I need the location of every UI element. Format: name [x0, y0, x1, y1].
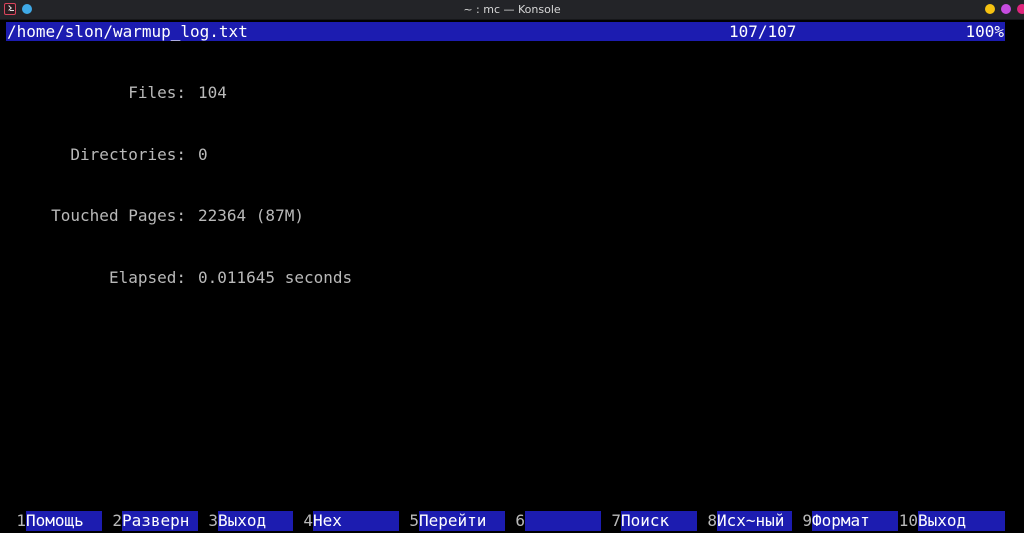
field-value: 104: [198, 83, 227, 102]
field-label: Directories:: [70, 144, 186, 164]
fkey-number: 3: [198, 511, 218, 531]
field-value: 22364 (87M): [198, 206, 304, 225]
close-icon[interactable]: [1017, 4, 1024, 14]
fkey-label: Hex: [313, 511, 399, 531]
file-content[interactable]: Files: 104 Directories: 0 Touched Pages: 22…: [6, 42, 352, 329]
fkey-number: 1: [6, 511, 26, 531]
fkey-number: 7: [601, 511, 621, 531]
fkey-2-wrap[interactable]: 2 Разверн: [102, 511, 198, 531]
fkey-3-quit[interactable]: 3 Выход: [198, 511, 293, 531]
fkey-number: 4: [293, 511, 313, 531]
fkey-number: 6: [505, 511, 525, 531]
terminal-area[interactable]: /home/slon/warmup_log.txt 107/107 100% F…: [0, 20, 1024, 533]
fkey-label: Перейти: [419, 511, 505, 531]
maximize-icon[interactable]: [1001, 4, 1011, 14]
line-position: 107/107: [729, 22, 797, 41]
fkey-label: Разверн: [122, 511, 198, 531]
fkey-label: Выход: [918, 511, 1005, 531]
konsole-window: ~ : mc — Konsole /home/slon/warmup_log.t…: [0, 0, 1024, 533]
fkey-number: 9: [792, 511, 812, 531]
content-line: Directories: 0: [6, 145, 352, 166]
fkey-10-quit[interactable]: 10 Выход: [898, 511, 1005, 531]
fkey-label: [525, 511, 601, 531]
fkey-number: 5: [399, 511, 419, 531]
field-label: Elapsed:: [108, 267, 186, 287]
field-label: Touched Pages:: [51, 206, 186, 225]
fkey-label: Выход: [218, 511, 293, 531]
viewer-status-bar: /home/slon/warmup_log.txt 107/107 100%: [6, 22, 1005, 41]
scroll-percent: 100%: [965, 22, 1004, 41]
content-line: Files: 104: [6, 83, 352, 104]
field-value: 0.011645 seconds: [198, 267, 353, 287]
file-path: /home/slon/warmup_log.txt: [7, 22, 248, 41]
fkey-7-search[interactable]: 7 Поиск: [601, 511, 697, 531]
fkey-number: 10: [898, 511, 918, 531]
fkey-4-hex[interactable]: 4 Hex: [293, 511, 399, 531]
fkey-9-format[interactable]: 9 Формат: [792, 511, 898, 531]
fkey-5-goto[interactable]: 5 Перейти: [399, 511, 505, 531]
field-label: Files:: [128, 83, 186, 102]
fkey-label: Формат: [812, 511, 898, 531]
content-line: Elapsed: 0.011645 seconds: [6, 268, 352, 289]
window-title: ~ : mc — Konsole: [463, 3, 561, 16]
fkey-label: Исх~ный: [717, 511, 792, 531]
title-bar: ~ : mc — Konsole: [0, 0, 1024, 20]
fkey-number: 8: [697, 511, 717, 531]
function-key-bar: 1 Помощь 2 Разверн 3 Выход 4 Hex 5 Перей…: [0, 511, 1024, 531]
fkey-8-raw[interactable]: 8 Исх~ный: [697, 511, 792, 531]
fkey-label: Поиск: [621, 511, 697, 531]
fkey-6-empty[interactable]: 6: [505, 511, 601, 531]
minimize-icon[interactable]: [985, 4, 995, 14]
fkey-number: 2: [102, 511, 122, 531]
fkey-label: Помощь: [26, 511, 102, 531]
field-value: 0: [198, 144, 208, 164]
content-line: Touched Pages: 22364 (87M): [6, 206, 352, 227]
fkey-1-help[interactable]: 1 Помощь: [6, 511, 102, 531]
